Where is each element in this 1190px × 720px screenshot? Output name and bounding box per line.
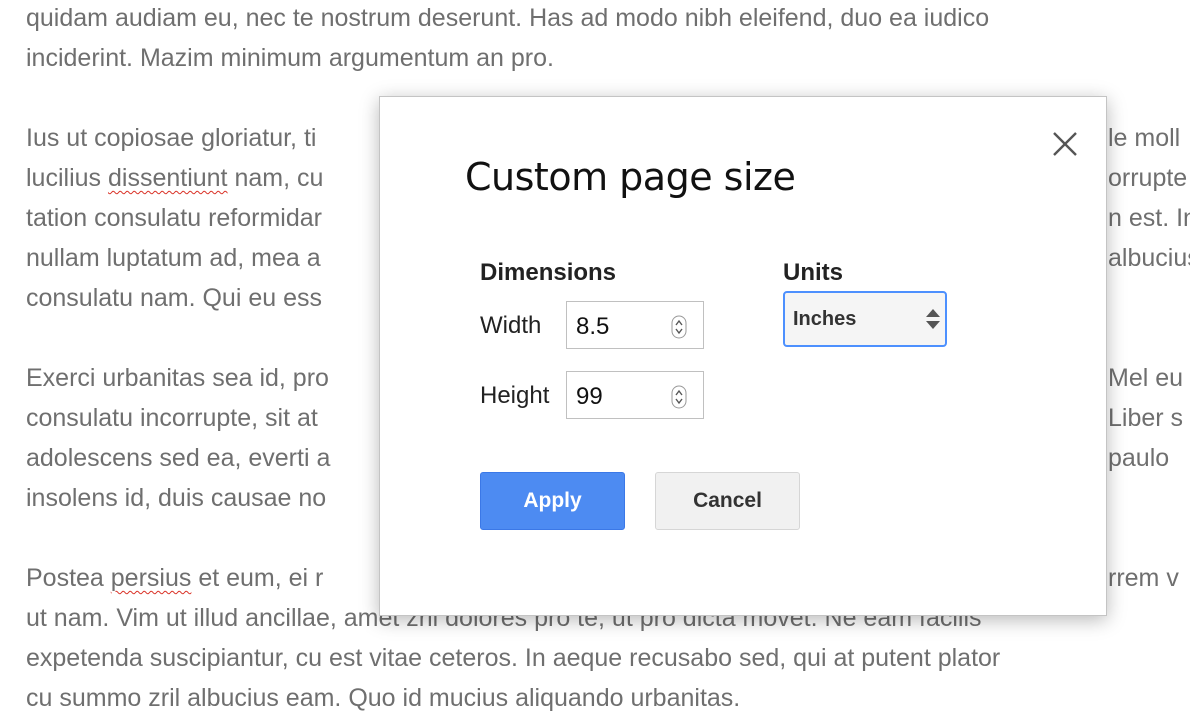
line-text: cu summo zril albucius eam. Quo id muciu… [26, 684, 741, 712]
document-line: consulatu incorrupte, sit at [26, 398, 318, 438]
document-line: expetenda suscipiantur, cu est vitae cet… [26, 638, 1000, 678]
misspelled-word: dissentiunt [107, 164, 228, 192]
stepper-icon[interactable] [671, 385, 687, 409]
document-line: adolescens sed ea, everti a [26, 438, 330, 478]
units-select[interactable]: Inches [783, 291, 947, 347]
document-line-fragment: n est. In [1108, 204, 1190, 232]
document-line: nullam luptatum ad, mea a [26, 238, 321, 278]
document-line: lucilius dissentiunt nam, cu [26, 158, 323, 198]
line-text: quidam audiam eu, nec te nostrum deserun… [26, 4, 990, 32]
line-text: insolens id, duis causae no [26, 484, 327, 512]
height-input[interactable]: 99 [566, 371, 704, 419]
width-label: Width [480, 312, 542, 339]
line-text: nam, cu [227, 164, 324, 192]
width-input[interactable]: 8.5 [566, 301, 704, 349]
document-line: consulatu nam. Qui eu ess [26, 278, 322, 318]
line-text: consulatu nam. Qui eu ess [26, 284, 322, 312]
dialog-title: Custom page size [465, 155, 796, 199]
line-text: inciderint. Mazim minimum argumentum an … [26, 44, 554, 72]
close-button[interactable] [1050, 129, 1080, 159]
document-line: tation consulatu reformidar [26, 198, 322, 238]
document-line: Exerci urbanitas sea id, pro [26, 358, 329, 398]
document-line: inciderint. Mazim minimum argumentum an … [26, 38, 554, 78]
cancel-button[interactable]: Cancel [655, 472, 800, 530]
line-text: tation consulatu reformidar [26, 204, 322, 232]
document-line-fragment: Liber s [1108, 404, 1184, 432]
line-text: Ius ut copiosae gloriatur, ti [26, 124, 317, 152]
custom-page-size-dialog: Custom page size Dimensions Units Width … [379, 96, 1107, 616]
units-select-value: Inches [793, 308, 857, 330]
stepper-icon[interactable] [671, 315, 687, 339]
dimensions-label: Dimensions [480, 259, 617, 286]
document-line: Postea persius et eum, ei r [26, 558, 323, 598]
apply-button[interactable]: Apply [480, 472, 625, 530]
line-text: lucilius [26, 164, 108, 192]
document-line-fragment: le moll [1108, 124, 1181, 152]
height-label: Height [480, 382, 550, 409]
document-line: Ius ut copiosae gloriatur, ti [26, 118, 316, 158]
line-text: consulatu incorrupte, sit at [26, 404, 318, 432]
document-line-fragment: Mel eu [1108, 364, 1184, 392]
height-value: 99 [576, 383, 603, 410]
width-value: 8.5 [576, 313, 610, 340]
document-line: quidam audiam eu, nec te nostrum deserun… [26, 0, 989, 38]
select-arrows-icon [926, 309, 940, 329]
document-line: cu summo zril albucius eam. Quo id muciu… [26, 678, 740, 718]
line-text: adolescens sed ea, everti a [26, 444, 331, 472]
document-line-fragment: rrem v [1108, 564, 1179, 592]
document-line-fragment: paulo [1108, 444, 1170, 472]
misspelled-word: persius [110, 564, 192, 592]
line-text: expetenda suscipiantur, cu est vitae cet… [26, 644, 1001, 672]
document-line-fragment: albucius [1108, 244, 1190, 272]
units-label: Units [783, 259, 843, 286]
close-icon [1053, 132, 1077, 156]
document-line-fragment: orrupte [1108, 164, 1188, 192]
line-text: et eum, ei r [191, 564, 324, 592]
line-text: Postea [26, 564, 111, 592]
line-text: Exerci urbanitas sea id, pro [26, 364, 329, 392]
line-text: nullam luptatum ad, mea a [26, 244, 321, 272]
document-line: insolens id, duis causae no [26, 478, 326, 518]
